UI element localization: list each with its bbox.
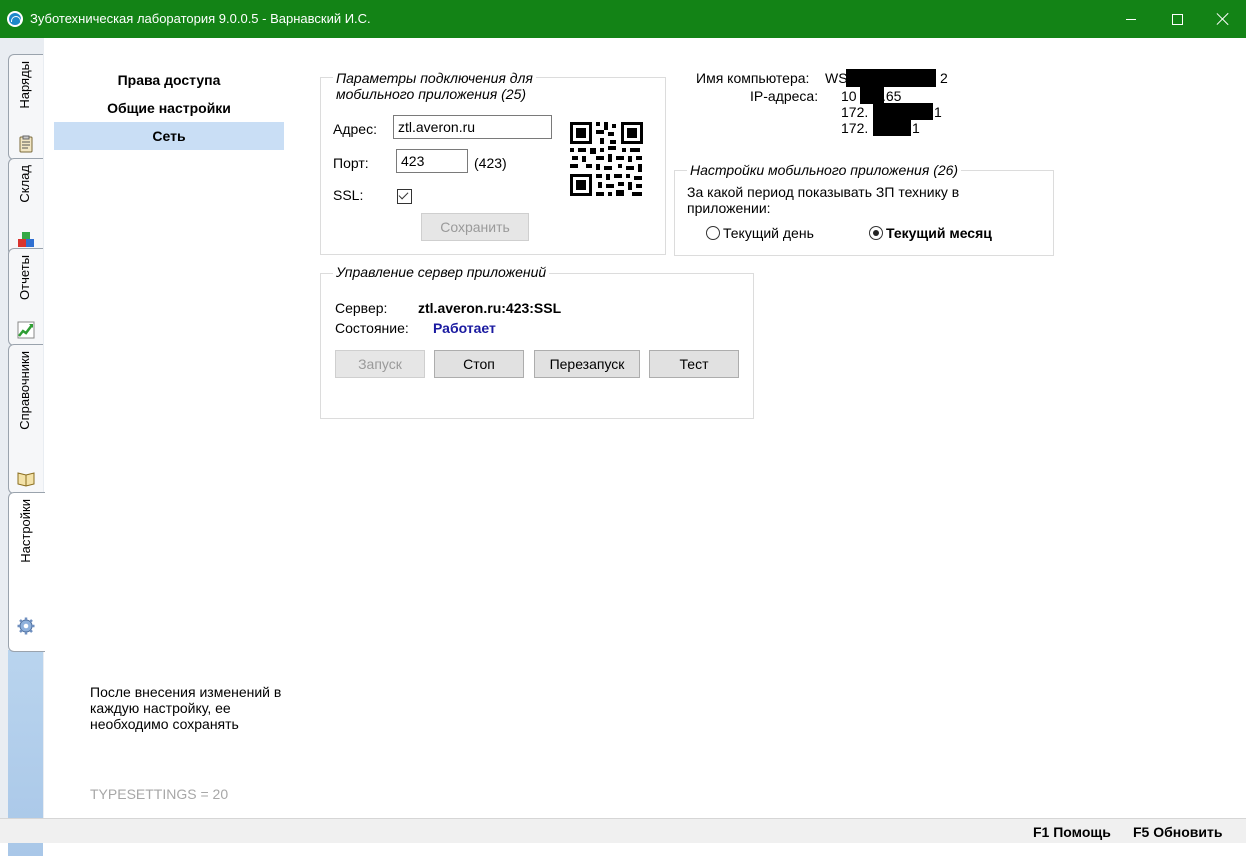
- current-month-label[interactable]: Текущий месяц: [886, 225, 992, 241]
- ip-addresses-label: IP-адреса:: [750, 88, 819, 104]
- book-icon: [17, 472, 35, 487]
- restart-button[interactable]: Перезапуск: [534, 350, 640, 378]
- ip-address-1-prefix: 10: [841, 88, 857, 104]
- tab-orders[interactable]: Наряды: [8, 54, 43, 160]
- tab-warehouse[interactable]: Склад: [8, 158, 43, 256]
- computer-name-prefix: WS: [825, 70, 848, 86]
- redacted-ip-1: [860, 87, 884, 104]
- qr-code-image: [561, 115, 652, 205]
- boxes-icon: [18, 232, 34, 247]
- mobile-connection-legend: Параметры подключения для мобильного при…: [333, 70, 536, 102]
- maximize-button[interactable]: [1154, 0, 1200, 38]
- mobile-settings-legend: Настройки мобильного приложения (26): [687, 162, 962, 178]
- save-button[interactable]: Сохранить: [421, 213, 529, 241]
- redacted-ip-3: [873, 119, 911, 136]
- window-title: Зуботехническая лаборатория 9.0.0.5 - Ва…: [30, 11, 371, 26]
- status-bar: F1 Помощь F5 Обновить: [0, 818, 1246, 843]
- address-label: Адрес:: [333, 121, 377, 137]
- clipboard-icon: [19, 135, 33, 153]
- ssl-checkbox[interactable]: [397, 189, 412, 204]
- minimize-icon: [1126, 18, 1136, 20]
- period-question: За какой период показывать ЗП технику в …: [687, 184, 960, 216]
- start-button[interactable]: Запуск: [335, 350, 425, 378]
- tab-reports-label: Отчеты: [17, 255, 32, 300]
- redacted-computer-name: [846, 69, 936, 87]
- nav-item-access-rights[interactable]: Права доступа: [54, 66, 284, 94]
- server-management-group: [320, 273, 754, 419]
- state-label: Состояние:: [335, 320, 409, 336]
- minimize-button[interactable]: [1108, 0, 1154, 38]
- port-default-value: (423): [474, 155, 507, 171]
- refresh-shortcut[interactable]: F5 Обновить: [1133, 824, 1222, 840]
- ssl-label: SSL:: [333, 187, 364, 203]
- tab-settings-label: Настройки: [18, 499, 33, 563]
- settings-nav: Права доступа Общие настройки Сеть: [54, 66, 284, 150]
- current-day-label[interactable]: Текущий день: [723, 225, 814, 241]
- save-hint: После внесения изменений в каждую настро…: [90, 684, 282, 732]
- server-value: ztl.averon.ru:423:SSL: [418, 300, 562, 316]
- tab-warehouse-label: Склад: [17, 165, 32, 203]
- ip-address-2-prefix: 172.: [841, 104, 869, 120]
- tab-directories-label: Справочники: [17, 351, 32, 430]
- redacted-ip-2: [873, 103, 933, 120]
- port-input[interactable]: [396, 149, 468, 173]
- tab-orders-label: Наряды: [17, 61, 32, 109]
- chart-icon: [17, 321, 35, 339]
- vertical-tab-strip: Наряды Склад Отчеты Справочники Настройк…: [0, 38, 45, 856]
- tab-settings[interactable]: Настройки: [8, 492, 45, 652]
- tab-reports[interactable]: Отчеты: [8, 248, 43, 346]
- maximize-icon: [1171, 13, 1183, 25]
- gear-icon: [17, 617, 35, 635]
- computer-name-suffix: 2: [940, 70, 948, 86]
- title-bar: Зуботехническая лаборатория 9.0.0.5 - Ва…: [0, 0, 1246, 38]
- server-management-legend: Управление сервер приложений: [333, 264, 550, 280]
- port-label: Порт:: [333, 155, 369, 171]
- current-month-radio[interactable]: [869, 226, 883, 240]
- ip-address-2-suffix: 1: [934, 104, 942, 120]
- ip-address-3-suffix: 1: [912, 120, 920, 136]
- test-button[interactable]: Тест: [649, 350, 739, 378]
- current-day-radio[interactable]: [706, 226, 720, 240]
- typesettings-label: TYPESETTINGS = 20: [90, 786, 229, 802]
- server-label: Сервер:: [335, 300, 388, 316]
- stop-button[interactable]: Стоп: [434, 350, 524, 378]
- help-shortcut[interactable]: F1 Помощь: [1033, 824, 1111, 840]
- ip-address-3-prefix: 172.: [841, 120, 869, 136]
- nav-item-general-settings[interactable]: Общие настройки: [54, 94, 284, 122]
- state-value: Работает: [433, 320, 496, 336]
- computer-name-label: Имя компьютера:: [696, 70, 810, 86]
- ip-address-1-suffix: .65: [882, 88, 902, 104]
- nav-item-network[interactable]: Сеть: [54, 122, 284, 150]
- tab-directories[interactable]: Справочники: [8, 344, 43, 494]
- close-icon: [1216, 12, 1230, 26]
- close-button[interactable]: [1200, 0, 1246, 38]
- app-logo-icon: [7, 11, 23, 27]
- address-input[interactable]: [393, 115, 552, 139]
